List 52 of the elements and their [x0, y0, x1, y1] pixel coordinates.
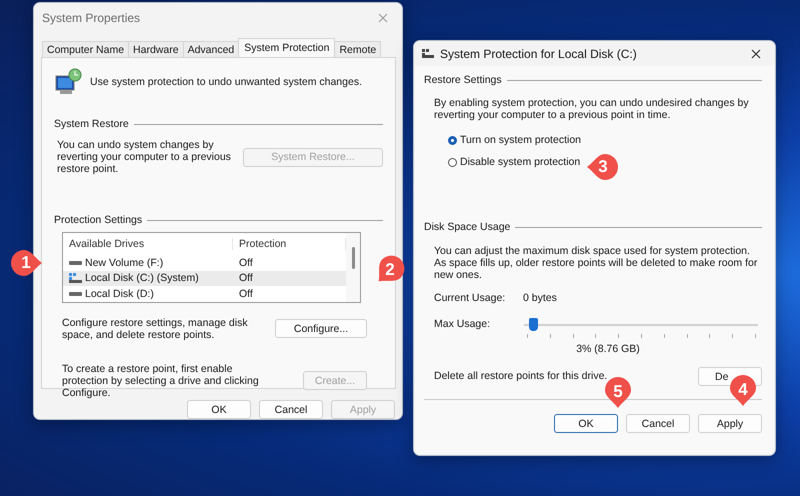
- description-text: Delete all restore points for this drive.: [434, 370, 608, 382]
- radio-button[interactable]: [448, 158, 457, 166]
- max-usage-slider[interactable]: [524, 318, 758, 340]
- drive-icon: [69, 292, 82, 296]
- description-text: You can adjust the maximum disk space used for system protection. As space fills up, older restore points will be deleted to make room for new ones.: [433, 245, 758, 281]
- column-header[interactable]: Available Drives: [63, 238, 233, 250]
- description-text: To create a restore point, first enable protection by selecting a drive and clicking Configure.: [62, 362, 260, 398]
- computer-restore-icon: [54, 68, 82, 96]
- description-text: Configure restore settings, manage disk space, and delete restore points.: [62, 316, 249, 340]
- window-title: System Properties: [42, 11, 142, 25]
- dialog-button[interactable]: Cancel: [259, 400, 323, 419]
- drive-name: New Volume (F:): [85, 256, 164, 269]
- drive-name: Local Disk (D:): [85, 288, 154, 300]
- drive-icon: [69, 260, 82, 265]
- drive-row[interactable]: Local Disk (D:) Off: [63, 286, 346, 302]
- dialog-button[interactable]: OK: [554, 414, 618, 433]
- radio-label[interactable]: Disable system protection: [460, 156, 580, 168]
- dialog-button[interactable]: Apply: [698, 414, 762, 433]
- group-heading: Restore Settings: [424, 74, 502, 86]
- field-label: Max Usage:: [434, 318, 492, 330]
- drive-icon: [422, 49, 434, 58]
- action-button[interactable]: Configure...: [275, 319, 367, 338]
- description-text: You can undo system changes by reverting your computer to a previous restore point.: [56, 139, 232, 175]
- description-text: By enabling system protection, you can undo undesired changes by reverting your computer to a previous point in time.: [433, 97, 750, 121]
- protection-status: Off: [239, 256, 253, 269]
- group-heading: Disk Space Usage: [424, 221, 510, 233]
- drive-row[interactable]: Local Disk (C:) (System) Off: [63, 270, 346, 286]
- intro-text: Use system protection to undo unwanted system changes.: [90, 76, 362, 88]
- protection-status: Off: [239, 288, 253, 300]
- tab[interactable]: Remote: [334, 41, 382, 57]
- tab[interactable]: Hardware: [128, 41, 184, 57]
- radio-button[interactable]: [448, 136, 457, 144]
- tab[interactable]: Advanced: [182, 41, 240, 57]
- field-label: Current Usage:: [434, 292, 506, 304]
- drive-icon: [69, 273, 82, 284]
- drive-name: Local Disk (C:) (System): [85, 272, 199, 284]
- dialog-button[interactable]: Cancel: [626, 414, 690, 433]
- current-usage-value: 0 bytes: [523, 292, 557, 304]
- close-icon: [751, 48, 761, 58]
- protection-status: Off: [239, 272, 253, 284]
- dialog-button[interactable]: OK: [187, 400, 251, 419]
- group-heading: System Restore: [54, 118, 129, 130]
- window-title: System Protection for Local Disk (C:): [440, 46, 638, 60]
- radio-label[interactable]: Turn on system protection: [460, 134, 581, 146]
- slider-reading: 3% (8.76 GB): [575, 343, 641, 355]
- drive-row[interactable]: New Volume (F:) Off: [63, 255, 346, 270]
- slider-thumb[interactable]: [529, 318, 538, 331]
- tab[interactable]: System Protection: [238, 38, 336, 57]
- close-icon: [378, 13, 388, 23]
- scrollbar[interactable]: [346, 233, 360, 302]
- group-heading: Protection Settings: [54, 214, 142, 226]
- tab[interactable]: Computer Name: [42, 41, 130, 57]
